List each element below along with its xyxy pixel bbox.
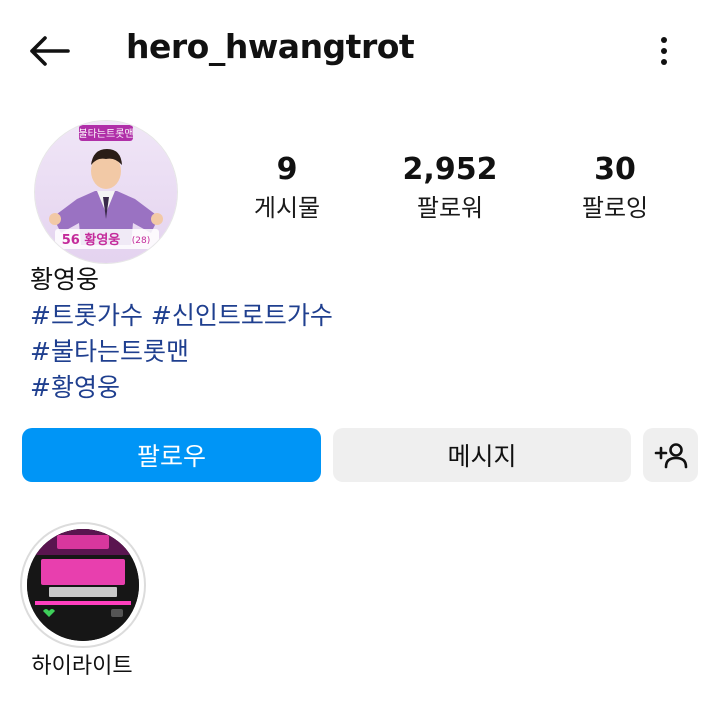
profile-display-name: 황영웅 (30, 265, 100, 294)
profile-username: hero_hwangtrot (126, 27, 415, 66)
more-vertical-icon (661, 37, 667, 65)
stat-following-label: 팔로잉 (581, 194, 649, 222)
stat-posts-label: 게시물 (253, 194, 321, 222)
bio-hashtag-line[interactable]: #트롯가수 #신인트로트가수 (30, 298, 333, 334)
back-button[interactable] (26, 28, 72, 74)
avatar-badge-name: 56 황영웅 (62, 232, 121, 248)
stat-followers[interactable]: 2,952 팔로워 (390, 150, 510, 226)
highlight-cover-image (27, 529, 139, 641)
avatar-image: 불타는트롯맨 56 황영웅 (28) (35, 121, 177, 263)
profile-avatar[interactable]: 불타는트롯맨 56 황영웅 (28) (34, 120, 178, 264)
more-options-button[interactable] (646, 28, 682, 74)
avatar-logo-text: 불타는트롯맨 (78, 128, 133, 140)
profile-bio: 황영웅 #트롯가수 #신인트로트가수 #불타는트롯맨 #황영웅 (30, 262, 333, 406)
message-button[interactable]: 메시지 (333, 428, 631, 482)
follow-button[interactable]: 팔로우 (22, 428, 321, 482)
bio-hashtag-line[interactable]: #불타는트롯맨 (30, 334, 333, 370)
avatar-badge-age: (28) (132, 236, 150, 246)
stat-following[interactable]: 30 팔로잉 (565, 150, 665, 226)
stat-followers-label: 팔로워 (416, 194, 484, 222)
arrow-left-icon (30, 36, 70, 66)
highlight-cover (27, 529, 139, 641)
highlight-label: 하이라이트 (31, 654, 133, 679)
stat-followers-value: 2,952 (402, 152, 498, 187)
stat-posts[interactable]: 9 게시물 (237, 150, 337, 226)
stat-following-value: 30 (594, 152, 636, 187)
profile-header: hero_hwangtrot (0, 0, 720, 100)
add-user-button[interactable] (643, 428, 698, 482)
add-user-icon (654, 443, 687, 469)
bio-hashtag-line[interactable]: #황영웅 (30, 370, 333, 406)
highlight-item[interactable] (20, 522, 146, 648)
stat-posts-value: 9 (276, 152, 298, 187)
